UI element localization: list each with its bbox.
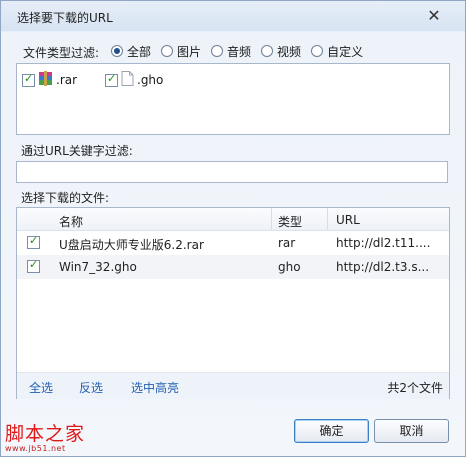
checkmark-icon: ✓ — [29, 234, 39, 247]
extension-label: .rar — [56, 73, 78, 87]
cancel-button[interactable]: 取消 — [374, 419, 449, 443]
radio-video[interactable]: 视频 — [261, 43, 301, 60]
file-count: 共2个文件 — [387, 381, 443, 395]
site-watermark: 脚本之家 www.jb51.net — [5, 419, 85, 453]
radio-all-label: 全部 — [127, 44, 152, 59]
invert-selection-link[interactable]: 反选 — [79, 379, 103, 396]
file-table: 名称 类型 URL ✓ U盘启动大师专业版6.2.rar rar http://… — [16, 207, 450, 399]
radio-unselected-icon — [311, 45, 324, 57]
row-checkbox[interactable]: ✓ — [27, 234, 40, 249]
radio-video-label: 视频 — [277, 44, 302, 59]
radio-unselected-icon — [261, 45, 274, 57]
file-name: Win7_32.gho — [59, 260, 137, 274]
column-header-url[interactable]: URL — [336, 213, 360, 227]
blank-file-icon — [121, 71, 134, 89]
column-header-name[interactable]: 名称 — [59, 213, 83, 230]
keyword-filter-label: 通过URL关键字过滤: — [21, 144, 133, 158]
column-divider — [271, 208, 272, 230]
checkbox[interactable]: ✓ — [105, 71, 118, 87]
checkmark-icon: ✓ — [107, 71, 117, 85]
column-divider — [327, 208, 328, 230]
file-type: gho — [278, 260, 301, 274]
type-filter-radio-group: 全部 图片 音频 视频 自定义 — [111, 43, 373, 59]
highlight-selected-link[interactable]: 选中高亮 — [131, 379, 179, 396]
radio-unselected-icon — [211, 45, 224, 57]
extension-list: ✓ .rar ✓ .gho — [16, 63, 450, 135]
radio-unselected-icon — [161, 45, 174, 57]
winrar-archive-icon — [38, 71, 53, 89]
checkmark-icon: ✓ — [29, 258, 39, 271]
files-label: 选择下载的文件: — [21, 191, 110, 205]
radio-selected-icon — [111, 45, 123, 57]
url-keyword-input[interactable] — [16, 161, 448, 183]
table-row[interactable]: ✓ Win7_32.gho gho http://dl2.t3.s... — [17, 255, 449, 279]
file-name: U盘启动大师专业版6.2.rar — [59, 238, 204, 252]
extension-label: .gho — [137, 73, 164, 87]
radio-images-label: 图片 — [177, 44, 202, 59]
table-row[interactable]: ✓ U盘启动大师专业版6.2.rar rar http://dl2.t11...… — [17, 231, 449, 255]
radio-audio-label: 音频 — [227, 44, 252, 59]
checkmark-icon: ✓ — [24, 71, 34, 85]
close-icon[interactable]: ✕ — [424, 6, 444, 26]
table-footer: 全选 反选 选中高亮 共2个文件 — [17, 372, 449, 399]
watermark-text: 脚本之家 — [5, 423, 86, 445]
column-header-type[interactable]: 类型 — [278, 213, 302, 230]
table-header: 名称 类型 URL — [17, 208, 449, 231]
file-type: rar — [278, 236, 296, 250]
type-filter-label: 文件类型过滤: — [23, 46, 100, 60]
radio-images[interactable]: 图片 — [161, 43, 201, 60]
file-url: http://dl2.t3.s... — [336, 260, 430, 274]
radio-custom-label: 自定义 — [327, 44, 364, 59]
row-checkbox[interactable]: ✓ — [27, 258, 40, 273]
checkbox[interactable]: ✓ — [22, 71, 35, 87]
file-url: http://dl2.t11.... — [336, 236, 431, 250]
extension-item-gho[interactable]: ✓ .gho — [105, 71, 163, 89]
download-url-dialog: 选择要下载的URL ✕ 文件类型过滤: 全部 图片 音频 视频 自定义 ✓ .r… — [0, 0, 466, 457]
ok-button[interactable]: 确定 — [294, 419, 369, 443]
radio-custom[interactable]: 自定义 — [311, 43, 363, 60]
extension-item-rar[interactable]: ✓ .rar — [22, 71, 77, 89]
dialog-title: 选择要下载的URL — [17, 11, 113, 25]
title-bar: 选择要下载的URL ✕ — [1, 1, 465, 31]
select-all-link[interactable]: 全选 — [29, 379, 53, 396]
radio-all[interactable]: 全部 — [111, 43, 151, 60]
radio-audio[interactable]: 音频 — [211, 43, 251, 60]
